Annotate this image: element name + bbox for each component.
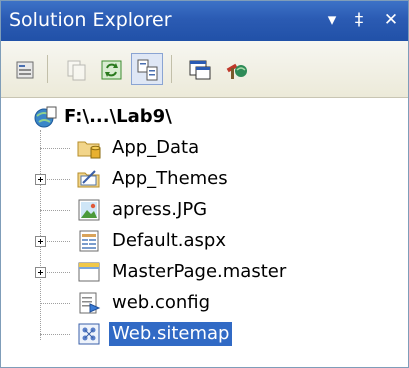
tree-item-label: App_Themes (112, 168, 228, 189)
nest-related-files-button[interactable] (131, 53, 163, 85)
nest-related-files-icon (137, 59, 158, 81)
tree-item-label: apress.JPG (112, 199, 208, 220)
close-button[interactable]: ✕ (378, 7, 404, 33)
master-page-icon (78, 262, 100, 282)
auto-hide-pin-button[interactable]: ‡ (346, 7, 372, 33)
expand-icon[interactable] (35, 267, 46, 278)
show-all-files-button[interactable] (59, 53, 91, 85)
expand-icon[interactable] (35, 174, 46, 185)
tree-item-masterpage-master[interactable]: MasterPage.master (1, 257, 408, 287)
tree-item-app-themes[interactable]: App_Themes (1, 164, 408, 194)
expand-icon[interactable] (35, 236, 46, 247)
properties-icon (16, 61, 34, 79)
solution-tree: F:\...\Lab9\ App_Data App_Themes apress.… (1, 98, 408, 367)
image-file-icon (78, 199, 100, 221)
toolbar-separator (47, 55, 48, 83)
tree-item-label: Default.aspx (112, 230, 226, 251)
config-file-icon (79, 292, 101, 314)
window-title: Solution Explorer (9, 9, 172, 31)
tree-item-web-config[interactable]: web.config (1, 288, 408, 318)
copy-web-site-button[interactable] (219, 53, 251, 85)
title-bar: Solution Explorer ▾ ‡ ✕ (1, 1, 408, 41)
refresh-button[interactable] (95, 53, 127, 85)
sitemap-file-icon (78, 323, 100, 345)
tree-root-node[interactable]: F:\...\Lab9\ (1, 102, 408, 132)
tree-item-label: App_Data (112, 137, 200, 158)
tree-item-app-data[interactable]: App_Data (1, 133, 408, 163)
tree-item-web-sitemap[interactable]: Web.sitemap (1, 319, 408, 349)
tree-item-apress-jpg[interactable]: apress.JPG (1, 195, 408, 225)
web-project-icon (34, 106, 57, 128)
toolbar-separator (171, 55, 172, 83)
tree-item-default-aspx[interactable]: Default.aspx (1, 226, 408, 256)
solution-explorer-window: Solution Explorer ▾ ‡ ✕ F:\...\Lab9\ App… (0, 0, 409, 368)
special-folder-icon (77, 141, 101, 159)
tree-item-label: MasterPage.master (112, 261, 287, 282)
tree-item-label: Web.sitemap (109, 322, 233, 346)
tree-root-label: F:\...\Lab9\ (64, 106, 172, 127)
aspx-file-icon (79, 230, 99, 252)
tree-item-label: web.config (112, 292, 211, 313)
view-designer-button[interactable] (183, 53, 215, 85)
toolbar (1, 41, 408, 98)
refresh-icon (101, 60, 122, 80)
show-all-files-icon (67, 60, 86, 81)
themes-folder-icon (77, 170, 100, 188)
window-position-dropdown-button[interactable]: ▾ (319, 7, 345, 33)
view-designer-icon (189, 60, 211, 80)
copy-web-site-icon (226, 63, 247, 79)
properties-button[interactable] (9, 53, 41, 85)
